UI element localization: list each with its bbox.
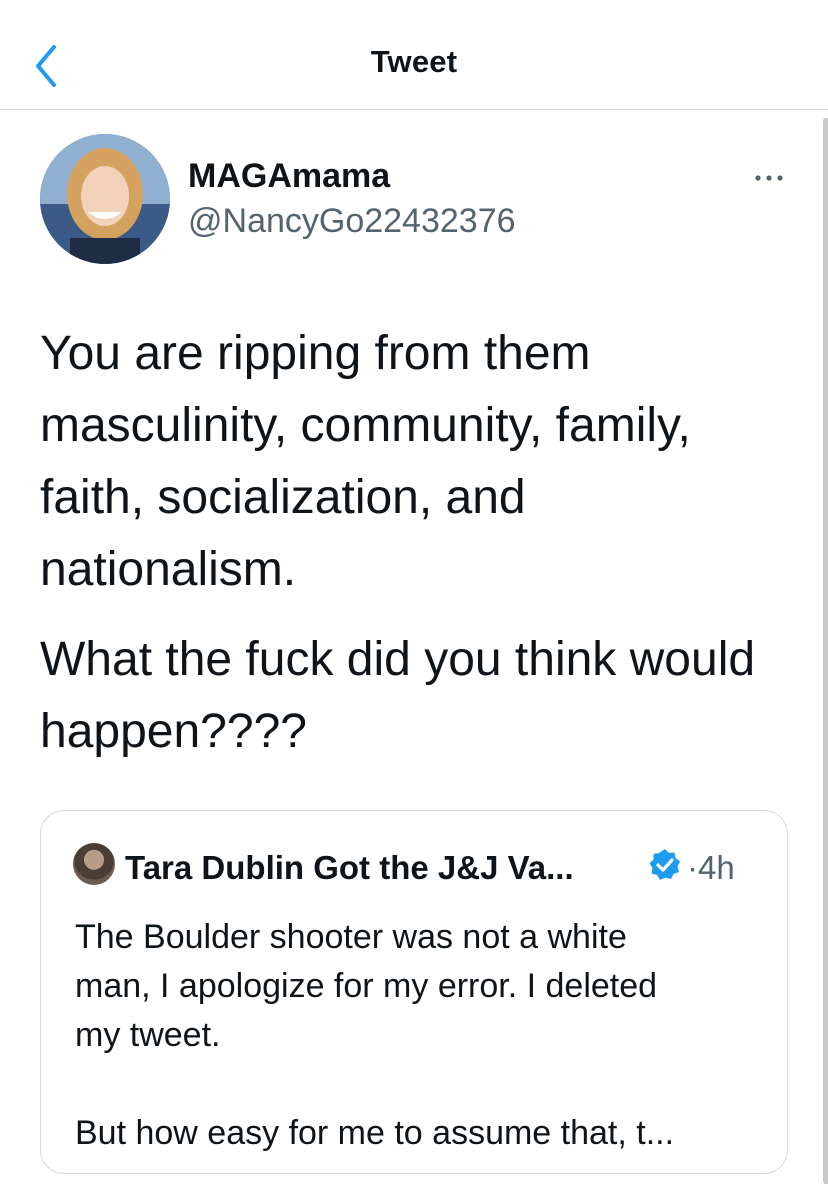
quoted-author-avatar [73,843,115,885]
quoted-tweet-card[interactable]: Tara Dublin Got the J&J Va... ·4h The Bo… [40,810,788,1174]
tweet-text-line: What the fuck did you think would [40,633,756,686]
author-handle[interactable]: @NancyGo22432376 [188,202,516,241]
tweet-text-line: faith, socialization, and [40,471,526,524]
quoted-text-line: my tweet. [75,1016,221,1054]
verified-badge-icon [647,847,683,883]
tweet-detail-screen: Tweet MAGAmama @NancyGo22432376 You are … [0,0,828,1184]
author-display-name[interactable]: MAGAmama [188,157,390,196]
top-nav-bar: Tweet [0,0,828,110]
tweet-text-line: happen???? [40,705,307,758]
author-avatar[interactable] [40,134,170,264]
quoted-time: 4h [698,849,735,886]
tweet-text-line: You are ripping from them [40,327,591,380]
tweet-text-line: masculinity, community, family, [40,399,691,452]
more-options-button[interactable] [752,166,786,190]
tweet-text-line: nationalism. [40,543,297,596]
avatar-photo [40,134,170,264]
page-title: Tweet [370,44,458,79]
quoted-text-line: The Boulder shooter was not a white [75,918,627,956]
quoted-text-line: man, I apologize for my error. I deleted [75,967,658,1005]
quoted-timestamp: ·4h [687,849,735,887]
quoted-text-line: But how easy for me to assume that, t... [75,1114,675,1152]
quoted-author-name: Tara Dublin Got the J&J Va... [125,849,574,886]
ellipsis-icon [755,175,783,181]
quoted-tweet-body: The Boulder shooter was not a white man,… [75,913,765,1158]
tweet-body: You are ripping from them masculinity, c… [40,318,800,768]
separator-dot: · [687,849,698,886]
scrollbar[interactable] [823,118,828,1184]
